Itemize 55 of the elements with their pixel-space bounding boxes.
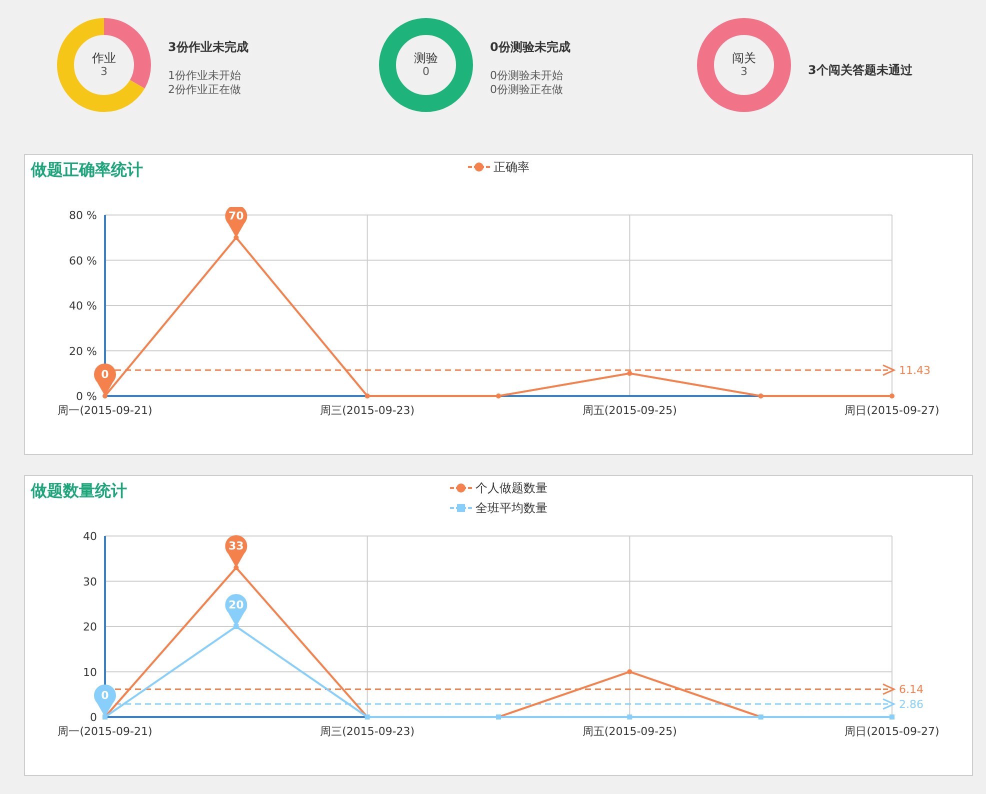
data-point bbox=[627, 370, 632, 376]
data-point bbox=[627, 714, 632, 720]
x-tick-label: 周一(2015-09-21) bbox=[58, 725, 152, 738]
y-tick-label: 40 % bbox=[69, 300, 97, 312]
y-tick-label: 20 bbox=[83, 620, 97, 634]
y-tick-label: 10 bbox=[83, 666, 97, 679]
average-value-label: 2.86 bbox=[899, 698, 924, 712]
x-tick-label: 周一(2015-09-21) bbox=[58, 404, 152, 417]
data-point bbox=[364, 394, 370, 398]
summary-detail: 1份作业未开始 bbox=[168, 69, 242, 83]
annotation: 0 bbox=[101, 368, 110, 381]
value-pin: 0 bbox=[94, 363, 116, 396]
summary-detail: 0份测验未开始 bbox=[490, 69, 564, 83]
average-value-label: 11.43 bbox=[899, 364, 930, 378]
x-tick-label: 周日(2015-09-27) bbox=[844, 725, 940, 738]
y-tick-label: 60 % bbox=[69, 254, 97, 268]
summary-headline: 0份测验未完成 bbox=[490, 39, 570, 56]
y-tick-label: 30 bbox=[83, 575, 97, 588]
summary-headline: 3份作业未完成 bbox=[168, 39, 248, 56]
donut-count: 0 bbox=[422, 65, 430, 79]
x-tick-label: 周五(2015-09-25) bbox=[582, 404, 677, 417]
summary-detail: 0份测验正在做 bbox=[490, 83, 564, 97]
data-point bbox=[758, 394, 764, 398]
data-point bbox=[890, 394, 894, 398]
chart-title: 做题正确率统计 bbox=[30, 159, 144, 181]
x-tick-label: 周三(2015-09-23) bbox=[320, 404, 415, 417]
donut-count: 3 bbox=[100, 65, 108, 79]
annotation: 0 bbox=[101, 689, 110, 702]
annotation: 20 bbox=[228, 598, 244, 612]
data-point bbox=[627, 669, 632, 674]
donut-label: 作业 bbox=[92, 51, 116, 65]
y-tick-label: 80 % bbox=[69, 209, 97, 222]
average-value-label: 6.14 bbox=[899, 683, 924, 696]
annotation: 70 bbox=[228, 210, 244, 223]
donut-count: 3 bbox=[740, 65, 748, 79]
y-tick-label: 0 bbox=[90, 711, 97, 724]
annotation: 33 bbox=[228, 540, 244, 553]
data-point bbox=[496, 394, 501, 398]
x-tick-label: 周五(2015-09-25) bbox=[582, 725, 677, 738]
value-pin: 33 bbox=[225, 535, 248, 568]
x-tick-label: 周三(2015-09-23) bbox=[320, 725, 415, 738]
summary-headline: 3个闯关答题未通过 bbox=[808, 62, 912, 79]
donut-label: 测验 bbox=[414, 51, 438, 65]
value-pin: 20 bbox=[225, 594, 248, 626]
y-tick-label: 0 % bbox=[76, 390, 97, 403]
legend-item[interactable]: 正确率 bbox=[468, 159, 530, 175]
y-tick-label: 40 bbox=[83, 530, 97, 543]
chart-title: 做题数量统计 bbox=[30, 480, 128, 502]
summary-detail: 2份作业正在做 bbox=[168, 83, 242, 97]
legend-item[interactable]: 全班平均数量 bbox=[450, 500, 548, 516]
donut-label: 闯关 bbox=[732, 51, 756, 65]
y-tick-label: 20 % bbox=[69, 344, 97, 358]
value-pin: 70 bbox=[225, 207, 248, 238]
x-tick-label: 周日(2015-09-27) bbox=[844, 404, 940, 417]
legend-item[interactable]: 个人做题数量 bbox=[450, 480, 548, 496]
